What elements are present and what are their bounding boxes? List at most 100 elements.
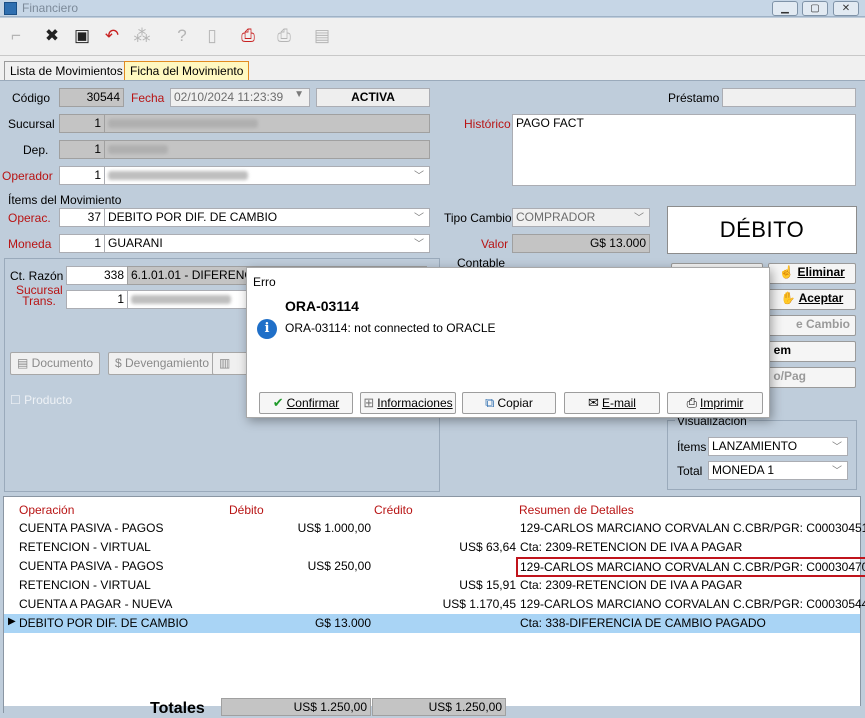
table-row[interactable]: RETENCION - VIRTUAL US$ 63,64 Cta: 2309-…	[4, 538, 860, 557]
totals-label: Totales	[150, 700, 205, 717]
items-view-combo[interactable]: LANZAMIENTO ﹀	[708, 437, 848, 456]
thumbs-up-icon: ✋	[780, 291, 799, 305]
operac-combo[interactable]: DEBITO POR DIF. DE CAMBIO ﹀	[104, 208, 430, 227]
cell-resumen: 129-CARLOS MARCIANO CORVALAN C.CBR/PGR: …	[520, 597, 865, 611]
debito-indicator: DÉBITO	[667, 206, 857, 254]
prestamo-label: Préstamo	[668, 91, 720, 105]
valor-field[interactable]: G$ 13.000	[512, 234, 650, 253]
operador-code-field[interactable]: 1	[59, 166, 105, 185]
total-credito-field: US$ 1.250,00	[372, 698, 506, 716]
help-icon[interactable]: ?	[170, 24, 194, 48]
save-icon[interactable]: ▣	[70, 24, 94, 48]
copiar-button[interactable]: ⧉ Copiar	[462, 392, 556, 414]
chevron-down-icon: ﹀	[634, 213, 644, 224]
operac-code-field[interactable]: 37	[59, 208, 105, 227]
print-icon[interactable]: ⎙	[272, 24, 296, 48]
fecha-field[interactable]: 02/10/2024 11:23:39 ▼	[170, 88, 310, 107]
chevron-down-icon: ﹀	[414, 239, 424, 250]
producto-checkbox-label[interactable]: ☐ Producto	[10, 393, 72, 407]
imprimir-button[interactable]: ⎙ Imprimir	[667, 392, 763, 414]
valor-label: Valor	[481, 237, 509, 251]
col-resumen[interactable]: Resumen de Detalles	[519, 503, 634, 517]
eliminar-button[interactable]: ☝ Eliminar	[768, 263, 856, 284]
printer-red-icon[interactable]: ⎙	[236, 24, 260, 48]
table-row[interactable]: CUENTA PASIVA - PAGOS US$ 1.000,00 129-C…	[4, 519, 865, 538]
row-pointer-icon: ▶	[8, 616, 16, 627]
total-view-combo[interactable]: MONEDA 1 ﹀	[708, 461, 848, 480]
cell-debito: G$ 13.000	[314, 616, 371, 630]
total-view-label: Total	[677, 464, 703, 478]
cell-resumen-highlighted: 129-CARLOS MARCIANO CORVALAN C.CBR/PGR: …	[516, 557, 865, 577]
items-section-label: Ítems del Movimiento	[8, 193, 122, 207]
error-code: ORA-03114	[285, 298, 359, 314]
moneda-code-field[interactable]: 1	[59, 234, 105, 253]
sucursal-code-field[interactable]: 1	[59, 114, 105, 133]
codigo-field[interactable]: 30544	[59, 88, 124, 107]
moneda-label: Moneda	[8, 237, 52, 251]
chevron-down-icon: ﹀	[832, 466, 842, 477]
prestamo-field[interactable]	[722, 88, 856, 107]
maximize-button[interactable]: ▢	[802, 1, 828, 16]
tab-ficha-movimiento[interactable]: Ficha del Movimiento	[124, 61, 250, 80]
hand-icon: ☝	[779, 265, 798, 279]
ct-razon-code-field[interactable]: 338	[66, 266, 128, 285]
chevron-down-icon: ﹀	[414, 213, 424, 224]
wand-icon[interactable]: ⁂	[130, 24, 154, 48]
confirmar-button[interactable]: ✔ Confirmar	[259, 392, 353, 414]
col-operacion[interactable]: Operación	[19, 503, 74, 517]
tipo-cambio-combo[interactable]: COMPRADOR ﹀	[512, 208, 650, 227]
operador-label: Operador	[2, 169, 53, 183]
close-window-button[interactable]: ✕	[833, 1, 859, 16]
json-icon[interactable]: ▤	[310, 24, 334, 48]
table-row[interactable]: RETENCION - VIRTUAL US$ 15,91 Cta: 2309-…	[4, 576, 860, 595]
cell-operacion: CUENTA PASIVA - PAGOS	[19, 559, 164, 573]
toolbar: ⌐ ✖ ▣ ↶ ⁂ ? ▯ ⎙ ⎙ ▤	[0, 18, 865, 56]
table-row[interactable]: CUENTA A PAGAR - NUEVA US$ 1.170,45 129-…	[4, 595, 865, 614]
tab-bar: Lista de Movimientos Ficha del Movimient…	[0, 56, 865, 80]
error-dialog: Erro ORA-03114 i ORA-03114: not connecte…	[246, 267, 770, 418]
documento-button[interactable]: ▤ Documento	[10, 352, 101, 375]
email-button[interactable]: ✉ E-mail	[564, 392, 660, 414]
undo-icon[interactable]: ↶	[100, 24, 124, 48]
cell-credito: US$ 1.170,45	[442, 597, 516, 611]
tipo-cambio-label: Tipo Cambio	[444, 211, 512, 225]
historico-field[interactable]: PAGO FACT	[512, 114, 856, 186]
table-row-selected[interactable]: ▶ DEBITO POR DIF. DE CAMBIO G$ 13.000 Ct…	[4, 614, 860, 633]
cell-debito: US$ 1.000,00	[297, 521, 371, 535]
informaciones-button[interactable]: ⊞ Informaciones	[360, 392, 456, 414]
fecha-label: Fecha	[131, 91, 165, 105]
dep-code-field[interactable]: 1	[59, 140, 105, 159]
document-icon: ▤	[17, 356, 32, 370]
copy-icon: ⧉	[485, 395, 495, 410]
new-icon[interactable]: ⌐	[4, 24, 28, 48]
cell-resumen: Cta: 338-DIFERENCIA DE CAMBIO PAGADO	[520, 616, 766, 630]
items-view-label: Ítems	[677, 440, 707, 454]
checkmark-icon: ✔	[272, 395, 284, 410]
dep-name-field	[104, 140, 430, 159]
table-row[interactable]: CUENTA PASIVA - PAGOS US$ 250,00 129-CAR…	[4, 557, 865, 577]
aceptar-button[interactable]: ✋ Aceptar	[768, 289, 856, 310]
plus-box-icon: ⊞	[363, 395, 375, 410]
chevron-down-icon: ▼	[294, 89, 304, 100]
cell-credito: US$ 63,64	[459, 540, 516, 554]
sucursal-trans-label: Sucursal Trans.	[16, 283, 63, 308]
minimize-button[interactable]: ▁	[772, 1, 798, 16]
cell-operacion: CUENTA PASIVA - PAGOS	[19, 521, 164, 535]
checkbox-icon[interactable]: ☐	[10, 393, 24, 407]
sucursal-label: Sucursal	[8, 117, 55, 131]
cell-operacion: RETENCION - VIRTUAL	[19, 540, 151, 554]
dollar-icon: $	[115, 356, 126, 370]
note-icon[interactable]: ▯	[200, 24, 224, 48]
operador-combo[interactable]: ﹀	[104, 166, 430, 185]
tab-lista-movimientos[interactable]: Lista de Movimientos	[4, 61, 129, 80]
devengamiento-button[interactable]: $ Devengamiento	[108, 352, 217, 375]
cell-resumen: Cta: 2309-RETENCION DE IVA A PAGAR	[520, 578, 743, 592]
cell-resumen: 129-CARLOS MARCIANO CORVALAN C.CBR/PGR: …	[520, 521, 865, 535]
codigo-label: Código	[12, 91, 51, 105]
moneda-combo[interactable]: GUARANI ﹀	[104, 234, 430, 253]
sucursal-trans-code-field[interactable]: 1	[66, 290, 128, 309]
col-debito[interactable]: Débito	[229, 503, 264, 517]
dialog-title: Erro	[247, 268, 769, 294]
col-credito[interactable]: Crédito	[374, 503, 413, 517]
cancel-icon[interactable]: ✖	[40, 24, 64, 48]
